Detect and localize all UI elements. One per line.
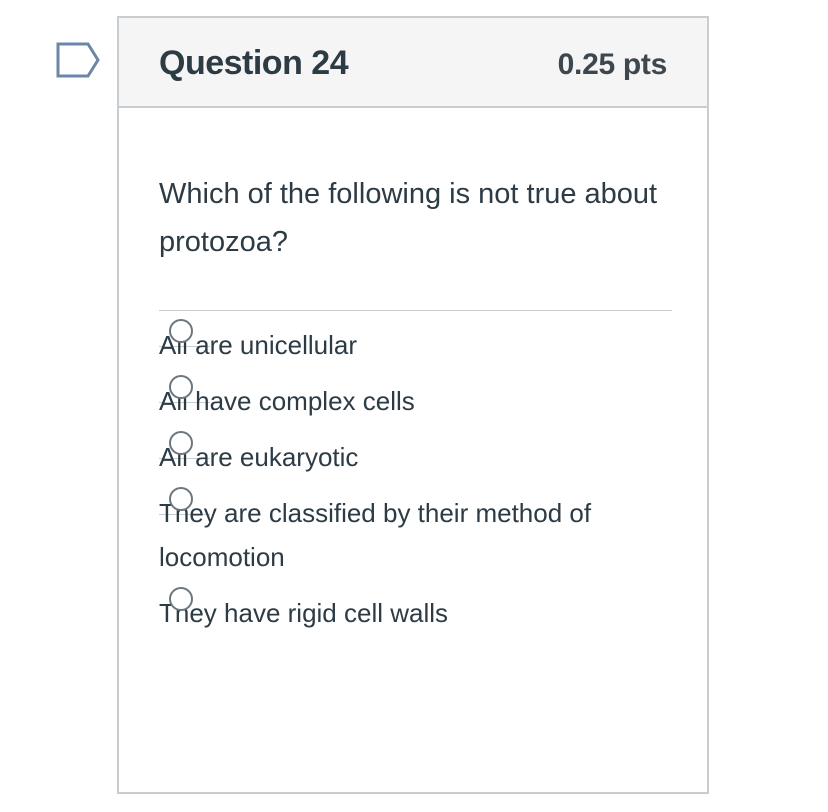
answer-list: All are unicellular All have complex cel… (159, 293, 672, 635)
flag-question-icon[interactable] (56, 42, 102, 78)
radio-button-icon[interactable] (169, 375, 193, 399)
question-card: Question 24 0.25 pts Which of the follow… (117, 16, 709, 794)
answer-label: All have complex cells (159, 386, 415, 416)
answer-label: They are classified by their method of l… (159, 498, 592, 572)
answer-label: All are unicellular (159, 330, 357, 360)
radio-button-icon[interactable] (169, 487, 193, 511)
answer-option[interactable]: All are unicellular (159, 293, 672, 367)
answer-label: They have rigid cell walls (159, 598, 449, 628)
radio-button-icon[interactable] (169, 319, 193, 343)
question-points: 0.25 pts (557, 48, 668, 81)
question-header: Question 24 0.25 pts (119, 18, 707, 108)
question-text: Which of the following is not true about… (159, 178, 658, 258)
answer-label: All are eukaryotic (159, 442, 359, 472)
radio-button-icon[interactable] (169, 587, 193, 611)
radio-button-icon[interactable] (169, 431, 193, 455)
question-title: Question 24 (159, 44, 349, 82)
